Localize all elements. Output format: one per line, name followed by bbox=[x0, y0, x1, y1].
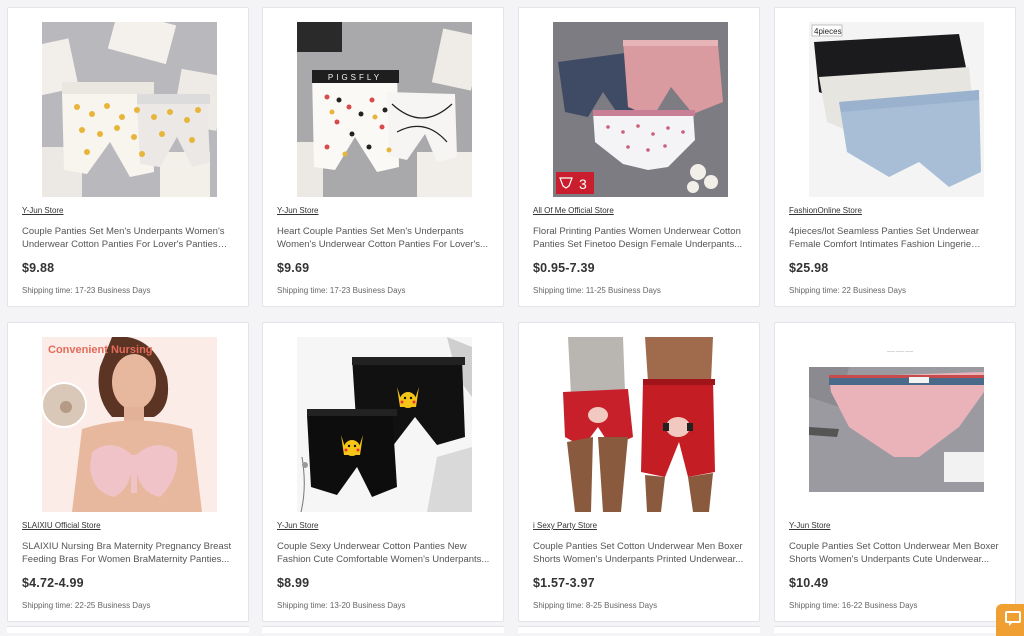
product-price: $1.57-3.97 bbox=[533, 576, 595, 590]
svg-text:—— —— ——: —— —— —— bbox=[887, 348, 913, 353]
store-link[interactable]: All Of Me Official Store bbox=[533, 206, 614, 215]
shipping-time: Shipping time: 11-25 Business Days bbox=[533, 286, 661, 295]
product-grid: Y-Jun Store Couple Panties Set Men's Und… bbox=[0, 0, 1024, 633]
product-title[interactable]: 4pieces/lot Seamless Panties Set Underwe… bbox=[789, 225, 1005, 251]
product-card[interactable]: PIGSFLY Y-Jun Store Heart Couple Panties… bbox=[262, 7, 504, 307]
product-card[interactable]: 4pieces FashionOnline Store 4pieces/lot … bbox=[774, 7, 1016, 307]
product-price: $4.72-4.99 bbox=[22, 576, 84, 590]
product-price: $9.88 bbox=[22, 261, 55, 275]
shipping-time: Shipping time: 17-23 Business Days bbox=[22, 286, 151, 295]
product-price: $10.49 bbox=[789, 576, 829, 590]
product-title[interactable]: Couple Panties Set Cotton Underwear Men … bbox=[789, 540, 1005, 566]
product-card[interactable]: Y-Jun Store Couple Sexy Underwear Cotton… bbox=[262, 322, 504, 622]
product-card[interactable]: 3 All Of Me Official Store Floral Printi… bbox=[518, 7, 760, 307]
product-title[interactable]: Couple Sexy Underwear Cotton Panties New… bbox=[277, 540, 493, 566]
pack-label: 4pieces bbox=[814, 27, 842, 36]
promo-banner-text: Convenient Nursing bbox=[48, 344, 153, 356]
product-title[interactable]: Floral Printing Panties Women Underwear … bbox=[533, 225, 749, 251]
product-title[interactable]: Couple Panties Set Men's Underpants Wome… bbox=[22, 225, 238, 251]
store-link[interactable]: Y-Jun Store bbox=[789, 521, 831, 530]
product-title[interactable]: Heart Couple Panties Set Men's Underpant… bbox=[277, 225, 493, 251]
store-link[interactable]: Y-Jun Store bbox=[22, 206, 64, 215]
product-price: $8.99 bbox=[277, 576, 310, 590]
store-link[interactable]: Y-Jun Store bbox=[277, 521, 319, 530]
product-image[interactable]: 4pieces bbox=[809, 22, 984, 197]
product-image[interactable] bbox=[42, 22, 217, 197]
pack-count-badge: 3 bbox=[579, 176, 587, 192]
product-image[interactable] bbox=[297, 337, 472, 512]
shipping-time: Shipping time: 22-25 Business Days bbox=[22, 601, 151, 610]
product-card[interactable]: Convenient Nursing SLAIXIU Official Stor… bbox=[7, 322, 249, 622]
product-price: $0.95-7.39 bbox=[533, 261, 595, 275]
product-image[interactable]: Convenient Nursing bbox=[42, 337, 217, 512]
product-image[interactable]: 3 bbox=[553, 22, 728, 197]
chat-button[interactable] bbox=[996, 604, 1024, 636]
store-link[interactable]: SLAIXIU Official Store bbox=[22, 521, 101, 530]
shipping-time: Shipping time: 13-20 Business Days bbox=[277, 601, 406, 610]
chat-bubble-icon bbox=[1005, 611, 1021, 626]
product-image[interactable]: —— —— —— bbox=[809, 337, 984, 512]
shipping-time: Shipping time: 22 Business Days bbox=[789, 286, 906, 295]
store-link[interactable]: i Sexy Party Store bbox=[533, 521, 597, 530]
product-title[interactable]: Couple Panties Set Cotton Underwear Men … bbox=[533, 540, 749, 566]
product-image[interactable]: PIGSFLY bbox=[297, 22, 472, 197]
shipping-time: Shipping time: 8-25 Business Days bbox=[533, 601, 658, 610]
product-title[interactable]: SLAIXIU Nursing Bra Maternity Pregnancy … bbox=[22, 540, 238, 566]
product-price: $25.98 bbox=[789, 261, 829, 275]
shipping-time: Shipping time: 17-23 Business Days bbox=[277, 286, 406, 295]
product-card[interactable]: Y-Jun Store Couple Panties Set Men's Und… bbox=[7, 7, 249, 307]
store-link[interactable]: FashionOnline Store bbox=[789, 206, 862, 215]
product-card[interactable]: i Sexy Party Store Couple Panties Set Co… bbox=[518, 322, 760, 622]
product-image[interactable] bbox=[553, 337, 728, 512]
store-link[interactable]: Y-Jun Store bbox=[277, 206, 319, 215]
waistband-text: PIGSFLY bbox=[328, 73, 382, 82]
product-price: $9.69 bbox=[277, 261, 310, 275]
shipping-time: Shipping time: 16-22 Business Days bbox=[789, 601, 918, 610]
product-card[interactable]: —— —— —— Y-Jun Store Couple Panties Set … bbox=[774, 322, 1016, 622]
